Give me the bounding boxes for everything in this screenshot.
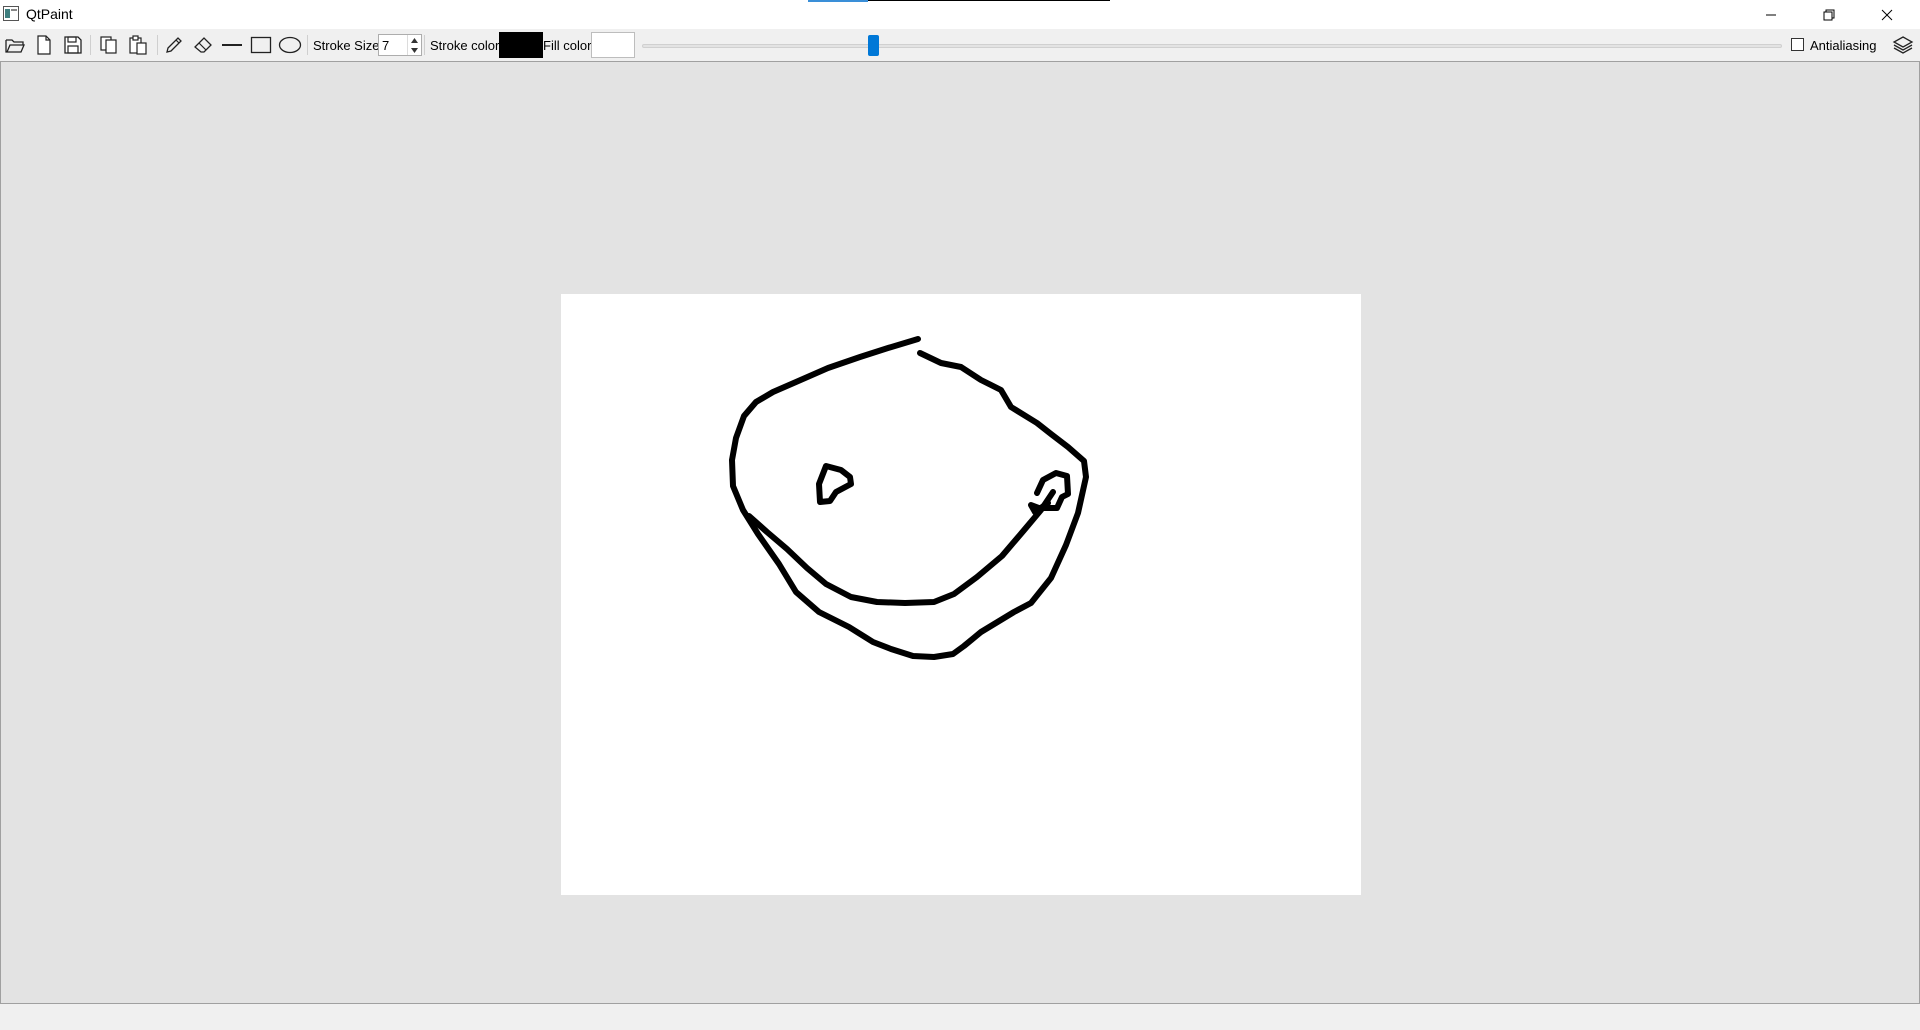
ellipse-tool-button[interactable] [278, 33, 302, 57]
fill-color-label: Fill color [543, 38, 592, 53]
window-title: QtPaint [26, 6, 73, 22]
title-accent-line [808, 0, 1110, 2]
rectangle-icon [250, 36, 272, 54]
spin-down-button[interactable] [408, 45, 421, 55]
minimize-icon [1766, 14, 1776, 15]
spin-buttons [407, 35, 421, 55]
copy-button[interactable] [97, 33, 121, 57]
save-icon [64, 36, 82, 54]
new-icon [37, 35, 51, 55]
smiley-face-drawing [729, 336, 1089, 660]
pencil-icon [166, 37, 182, 53]
drawing-canvas[interactable] [561, 294, 1361, 895]
slider-handle[interactable] [867, 35, 879, 56]
fill-color-button[interactable] [591, 32, 635, 58]
ellipse-icon [278, 36, 302, 54]
paste-button[interactable] [126, 33, 150, 57]
arrow-down-icon [411, 47, 418, 53]
layers-button[interactable] [1891, 33, 1915, 57]
toolbar-separator [424, 35, 425, 55]
toolbar-separator [90, 35, 91, 55]
new-button[interactable] [32, 33, 56, 57]
antialiasing-checkbox[interactable] [1791, 38, 1804, 51]
canvas-workspace [0, 61, 1920, 1004]
main-toolbar: Stroke Size 7 Stroke color Fill color An… [0, 29, 1920, 62]
status-bar [0, 1004, 1920, 1030]
stroke-size-spinbox[interactable]: 7 [378, 34, 422, 56]
toolbar-separator [307, 35, 308, 55]
rectangle-tool-button[interactable] [249, 33, 273, 57]
pencil-tool-button[interactable] [162, 33, 186, 57]
eraser-icon [194, 37, 212, 53]
eraser-tool-button[interactable] [191, 33, 215, 57]
paste-icon [129, 35, 147, 55]
spin-up-button[interactable] [408, 35, 421, 45]
close-icon [1881, 9, 1893, 20]
stroke-color-label: Stroke color [430, 38, 500, 53]
layers-icon [1892, 36, 1914, 54]
stroke-size-value[interactable]: 7 [382, 38, 389, 53]
restore-icon [1823, 9, 1835, 20]
minimize-button[interactable] [1742, 0, 1800, 29]
opacity-slider-track[interactable] [642, 44, 1782, 48]
stroke-color-button[interactable] [499, 32, 543, 58]
arrow-up-icon [411, 37, 418, 43]
open-button[interactable] [3, 33, 27, 57]
stroke-size-label: Stroke Size [313, 38, 380, 53]
line-icon [222, 44, 242, 46]
title-bar: QtPaint [0, 0, 1920, 29]
restore-button[interactable] [1800, 0, 1858, 29]
save-button[interactable] [61, 33, 85, 57]
toolbar-separator [157, 35, 158, 55]
face-outline-stroke [729, 336, 1089, 660]
app-icon [3, 6, 19, 21]
left-eye-stroke [816, 463, 854, 505]
line-tool-button[interactable] [220, 33, 244, 57]
close-button[interactable] [1858, 0, 1916, 29]
copy-icon [100, 36, 117, 54]
open-icon [5, 39, 25, 53]
antialiasing-label: Antialiasing [1810, 38, 1877, 53]
